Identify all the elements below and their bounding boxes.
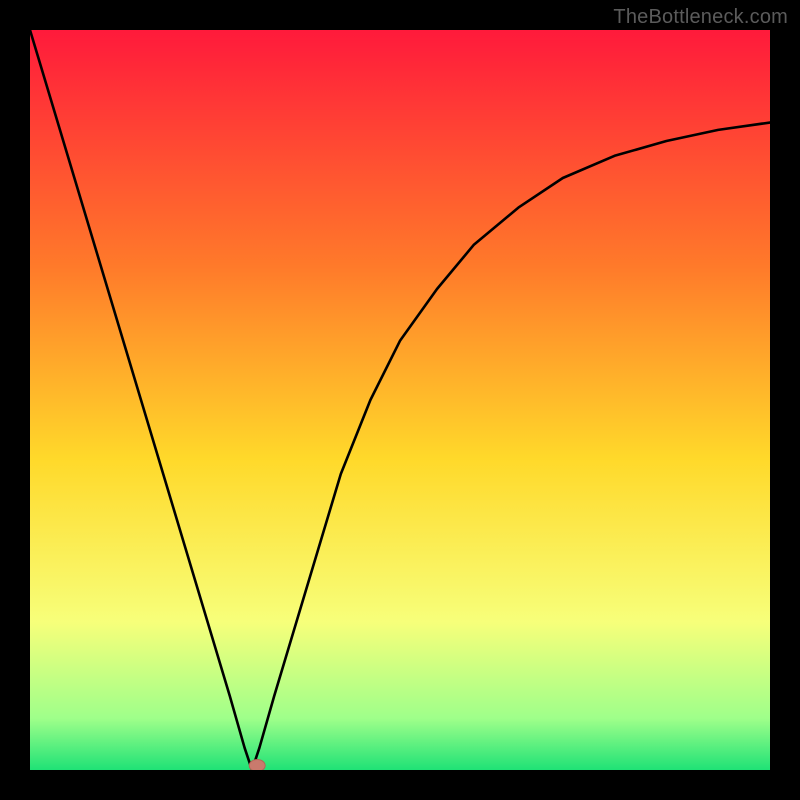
chart-frame: TheBottleneck.com xyxy=(0,0,800,800)
optimal-point-marker xyxy=(249,760,265,770)
chart-plot xyxy=(30,30,770,770)
watermark-text: TheBottleneck.com xyxy=(613,6,788,29)
